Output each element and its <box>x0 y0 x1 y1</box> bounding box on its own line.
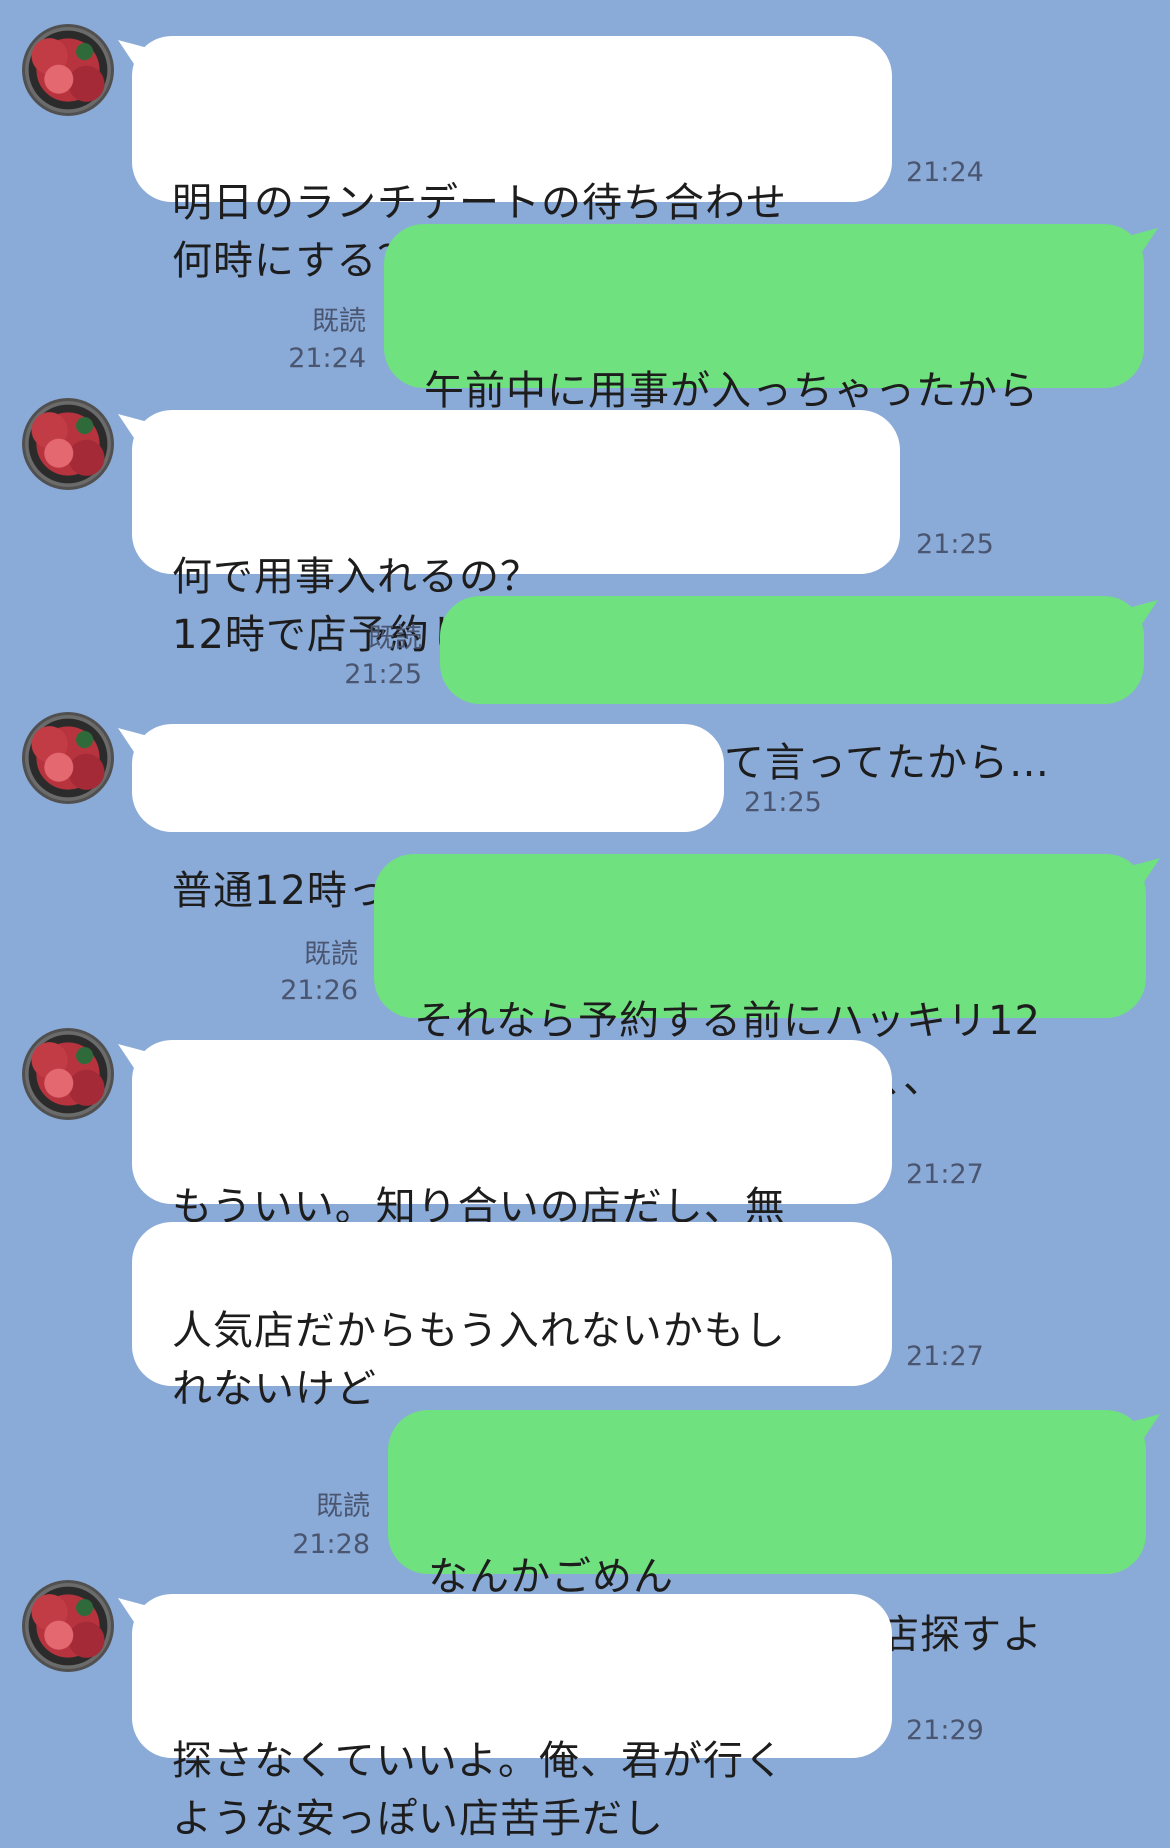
message-time: 21:27 <box>906 1159 984 1190</box>
bubble-tail <box>1120 1414 1160 1450</box>
message-time: 21:28 <box>292 1529 370 1560</box>
message-bubble-incoming[interactable]: もういい。知り合いの店だし、無 理言って時間変えてもらうから <box>118 1040 892 1288</box>
avatar[interactable] <box>22 1028 114 1120</box>
bubble-tail <box>1118 600 1158 636</box>
message-time: 21:25 <box>744 787 822 818</box>
message-text: 人気店だからもう入れないかもし れないけど <box>172 1308 786 1412</box>
message-bubble-incoming[interactable]: 明日のランチデートの待ち合わせ 何時にする？ <box>118 36 892 284</box>
message-time: 21:29 <box>906 1715 984 1746</box>
avatar[interactable] <box>22 712 114 804</box>
bubble-tail <box>118 1598 158 1634</box>
read-receipt: 既読 <box>368 623 422 654</box>
avatar[interactable] <box>22 398 114 490</box>
avatar[interactable] <box>22 1580 114 1672</box>
bubble-tail <box>1118 228 1158 264</box>
message-bubble-incoming[interactable]: 人気店だからもう入れないかもし れないけど <box>132 1222 892 1412</box>
bubble-tail <box>118 1044 158 1080</box>
message-bubble-incoming[interactable]: 何で用事入れるの？ 12時で店予約しちゃったんだけど <box>118 410 900 658</box>
chat-area: 明日のランチデートの待ち合わせ 何時にする？ 21:24 既読 21:24 午前… <box>0 0 1170 1842</box>
bubble-tail <box>118 728 158 764</box>
bubble-tail <box>118 40 158 76</box>
message-time: 21:24 <box>288 343 366 374</box>
message-bubble-outgoing[interactable]: それなら予約する前にハッキリ12 時って言ってほしかった、、、 <box>374 854 1160 1102</box>
bubble-tail <box>118 414 158 450</box>
message-bubble-outgoing[interactable]: なんかごめん もし無理だったら私がお店探すよ <box>388 1410 1160 1658</box>
message-bubble-outgoing[interactable]: お昼に集合って言ってたから… <box>440 596 1158 786</box>
message-text: 探さなくていいよ。俺、君が行く ような安っぽい店苦手だし <box>172 1738 785 1842</box>
message-time: 21:26 <box>280 975 358 1006</box>
read-receipt: 既読 <box>316 1491 370 1522</box>
message-time: 21:24 <box>906 157 984 188</box>
bubble-tail <box>1120 858 1160 894</box>
message-bubble-outgoing[interactable]: 午前中に用事が入っちゃったから 12時半でもいい？ <box>384 224 1158 472</box>
message-bubble-incoming[interactable]: 探さなくていいよ。俺、君が行く ような安っぽい店苦手だし <box>118 1594 892 1842</box>
message-time: 21:25 <box>916 529 994 560</box>
avatar[interactable] <box>22 24 114 116</box>
message-time: 21:27 <box>906 1341 984 1372</box>
read-receipt: 既読 <box>312 306 366 337</box>
message-bubble-incoming[interactable]: 普通12時って思うでしょ <box>118 724 724 914</box>
read-receipt: 既読 <box>304 939 358 970</box>
message-time: 21:25 <box>344 659 422 690</box>
